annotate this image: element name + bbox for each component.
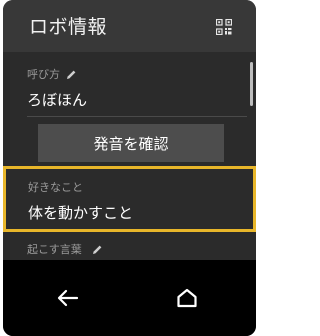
home-icon[interactable] (167, 278, 207, 318)
device-frame: ロボ情報 呼び方 ろぼほん 発音を確認 好きなこと 体を動かすこと 起こす言葉 (0, 0, 259, 336)
favorite-value[interactable]: 体を動かすこと (28, 202, 133, 223)
app-header: ロボ情報 (3, 0, 256, 52)
favorite-field-highlight[interactable]: 好きなこと 体を動かすこと (3, 166, 256, 232)
qr-code-icon[interactable] (215, 18, 233, 36)
navigation-bar (3, 260, 256, 336)
screen: ロボ情報 呼び方 ろぼほん 発音を確認 好きなこと 体を動かすこと 起こす言葉 (3, 0, 256, 336)
favorite-label: 好きなこと (28, 181, 83, 194)
pencil-icon[interactable] (91, 241, 103, 254)
robot-info-list[interactable]: 呼び方 ろぼほん 発音を確認 好きなこと 体を動かすこと 起こす言葉 (3, 52, 256, 260)
call-name-label: 呼び方 (27, 68, 60, 81)
pencil-icon[interactable] (65, 66, 77, 79)
call-name-value[interactable]: ろぼほん (27, 89, 87, 110)
confirm-pronunciation-button[interactable]: 発音を確認 (38, 124, 224, 162)
field-divider (27, 116, 247, 117)
wake-word-label: 起こす言葉 (27, 243, 82, 256)
scrollbar[interactable] (250, 62, 253, 106)
back-arrow-icon[interactable] (48, 278, 88, 318)
page-title: ロボ情報 (29, 16, 108, 38)
